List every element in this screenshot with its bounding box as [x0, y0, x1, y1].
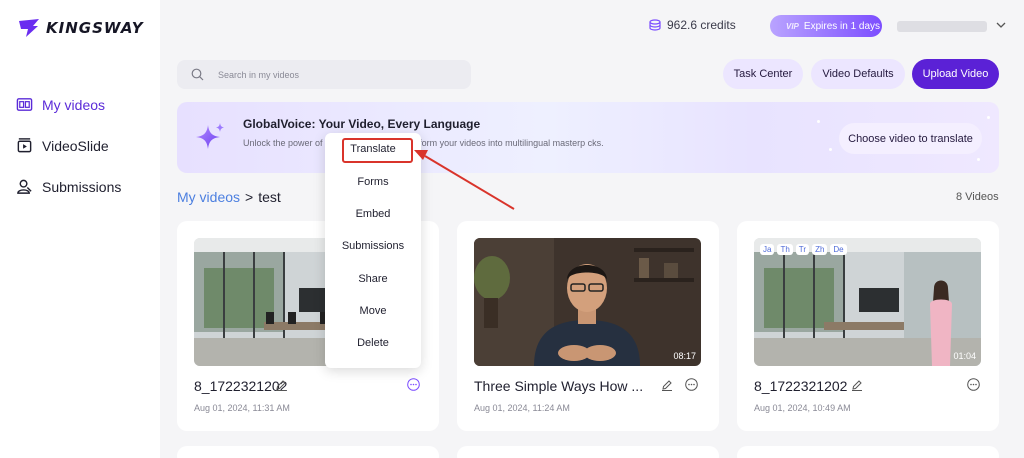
vip-expiry-text: Expires in 1 days — [803, 20, 881, 32]
menu-item-translate[interactable]: Translate — [325, 143, 421, 155]
kingsway-logo-icon — [19, 19, 39, 37]
more-options-icon[interactable] — [685, 378, 698, 391]
film-icon — [16, 98, 33, 111]
slides-icon — [17, 138, 32, 153]
sparkle-dot — [987, 116, 990, 119]
brand-name: KINGSWAY — [46, 19, 144, 37]
office-avatar-image — [754, 238, 981, 366]
menu-item-forms[interactable]: Forms — [325, 176, 421, 188]
edit-pencil-icon[interactable] — [661, 379, 673, 391]
globalvoice-banner: GlobalVoice: Your Video, Every Language … — [177, 102, 999, 173]
sidebar-item-label: Submissions — [42, 178, 122, 195]
sidebar-item-my-videos[interactable]: My videos — [16, 84, 156, 125]
sparkle-dot — [829, 148, 832, 151]
video-defaults-button[interactable]: Video Defaults — [811, 59, 905, 89]
video-date: Aug 01, 2024, 11:24 AM — [474, 403, 570, 413]
vip-badge: VIP — [786, 21, 799, 31]
search-bar — [177, 60, 471, 89]
breadcrumb: My videos > test — [177, 189, 281, 205]
menu-item-move[interactable]: Move — [325, 305, 421, 317]
language-tag: Ja — [760, 244, 775, 255]
breadcrumb-my-videos-link[interactable]: My videos — [177, 189, 240, 205]
logo[interactable]: KINGSWAY — [18, 18, 144, 38]
sidebar-item-videoslide[interactable]: VideoSlide — [16, 125, 156, 166]
video-duration: 01:04 — [953, 351, 976, 361]
language-tag: De — [830, 244, 847, 255]
coins-icon — [649, 19, 661, 31]
video-date: Aug 01, 2024, 10:49 AM — [754, 403, 851, 413]
menu-item-delete[interactable]: Delete — [325, 337, 421, 349]
sparkle-dot — [977, 158, 980, 161]
video-title[interactable]: 8_1722321202 — [194, 378, 287, 394]
video-card-partial[interactable] — [457, 446, 719, 458]
edit-pencil-icon[interactable] — [275, 379, 287, 391]
search-input[interactable] — [218, 69, 458, 80]
task-center-button[interactable]: Task Center — [723, 59, 803, 89]
menu-item-submissions[interactable]: Submissions — [325, 240, 421, 252]
menu-item-embed[interactable]: Embed — [325, 208, 421, 220]
sidebar-item-label: VideoSlide — [42, 137, 109, 154]
video-card[interactable]: Ja Th Tr Zh De 01:04 8_1722321202 Aug 01… — [737, 221, 999, 431]
language-tags: Ja Th Tr Zh De — [760, 244, 847, 255]
video-title[interactable]: Three Simple Ways How ... — [474, 378, 643, 394]
menu-item-share[interactable]: Share — [325, 273, 421, 285]
sidebar-item-submissions[interactable]: Submissions — [16, 166, 156, 207]
user-icon — [17, 179, 32, 194]
language-tag: Zh — [812, 244, 828, 255]
breadcrumb-current: test — [258, 189, 281, 205]
video-card-partial[interactable] — [737, 446, 999, 458]
video-duration: 08:17 — [673, 351, 696, 361]
main-content: 962.6 credits VIP Expires in 1 days Task… — [160, 0, 1024, 458]
sidebar: KINGSWAY My videos VideoSlide Submission… — [0, 0, 160, 458]
vip-status-badge[interactable]: VIP Expires in 1 days — [770, 15, 882, 37]
sparkle-icon — [196, 123, 224, 149]
banner-title: GlobalVoice: Your Video, Every Language — [243, 117, 481, 131]
video-count: 8 Videos — [956, 191, 999, 203]
more-options-icon[interactable] — [407, 378, 420, 391]
upload-video-button[interactable]: Upload Video — [912, 59, 999, 89]
edit-pencil-icon[interactable] — [851, 379, 863, 391]
sidebar-item-label: My videos — [42, 96, 106, 113]
video-date: Aug 01, 2024, 11:31 AM — [194, 403, 290, 413]
video-title[interactable]: 8_1722321202 — [754, 378, 847, 394]
video-thumbnail[interactable]: Ja Th Tr Zh De 01:04 — [754, 238, 981, 366]
language-tag: Tr — [795, 244, 810, 255]
credits-text: 962.6 credits — [667, 18, 736, 32]
chevron-down-icon[interactable] — [996, 20, 1006, 30]
breadcrumb-separator: > — [245, 189, 254, 205]
user-name-redacted[interactable] — [897, 21, 987, 32]
more-options-icon[interactable] — [967, 378, 980, 391]
presenter-image — [474, 238, 701, 366]
credits-display[interactable]: 962.6 credits — [648, 18, 736, 32]
search-icon — [191, 68, 204, 81]
sparkle-dot — [817, 120, 820, 123]
video-thumbnail[interactable]: 08:17 — [474, 238, 701, 366]
video-card[interactable]: 08:17 Three Simple Ways How ... Aug 01, … — [457, 221, 719, 431]
banner-description: Unlock the power of with GlobalVoice. Tr… — [243, 138, 604, 148]
video-context-menu: Translate Forms Embed Submissions Share … — [325, 133, 421, 368]
choose-video-to-translate-button[interactable]: Choose video to translate — [839, 123, 982, 154]
language-tag: Th — [777, 244, 793, 255]
video-card-partial[interactable] — [177, 446, 439, 458]
sidebar-nav: My videos VideoSlide Submissions — [16, 84, 156, 207]
